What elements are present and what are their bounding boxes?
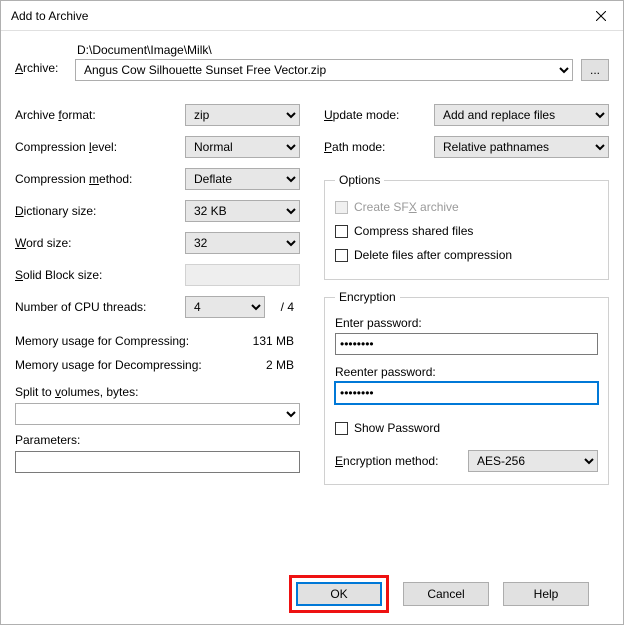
options-group: Options Create SFX archive Compress shar… (324, 173, 609, 280)
footer: OK Cancel Help (15, 564, 609, 624)
shared-checkbox[interactable] (335, 225, 348, 238)
enc-method-select[interactable]: AES-256 (468, 450, 598, 472)
enter-pw-input[interactable] (335, 333, 598, 355)
sfx-label: Create SFX archive (354, 200, 459, 214)
showpw-label: Show Password (354, 421, 440, 435)
reenter-pw-label: Reenter password: (335, 365, 598, 379)
pathmode-select[interactable]: Relative pathnames (434, 136, 609, 158)
dialog-content: Archive: D:\Document\Image\Milk\ Angus C… (1, 31, 623, 624)
split-label: Split to volumes, bytes: (15, 385, 300, 399)
shared-label: Compress shared files (354, 224, 473, 238)
right-column: Update mode: Add and replace files Path … (324, 99, 609, 485)
archive-row: Archive: D:\Document\Image\Milk\ Angus C… (15, 43, 609, 81)
pathmode-label: Path mode: (324, 140, 424, 154)
close-icon (596, 11, 606, 21)
mem-compress-value: 131 MB (253, 334, 300, 348)
mem-decompress-label: Memory usage for Decompressing: (15, 358, 266, 372)
delete-checkbox[interactable] (335, 249, 348, 262)
titlebar: Add to Archive (1, 1, 623, 31)
params-label: Parameters: (15, 433, 300, 447)
cancel-button[interactable]: Cancel (403, 582, 489, 606)
archive-file-combo[interactable]: Angus Cow Silhouette Sunset Free Vector.… (75, 59, 573, 81)
ok-highlight: OK (289, 575, 389, 613)
update-label: Update mode: (324, 108, 424, 122)
level-select[interactable]: Normal (185, 136, 300, 158)
encryption-legend: Encryption (335, 290, 400, 304)
ok-button[interactable]: OK (296, 582, 382, 606)
dict-label: Dictionary size: (15, 204, 185, 218)
encryption-group: Encryption Enter password: Reenter passw… (324, 290, 609, 485)
columns: Archive format: zip Compression level: N… (15, 99, 609, 485)
dict-select[interactable]: 32 KB (185, 200, 300, 222)
enc-method-label: Encryption method: (335, 454, 458, 468)
level-label: Compression level: (15, 140, 185, 154)
cpu-label: Number of CPU threads: (15, 300, 185, 314)
mem-compress-label: Memory usage for Compressing: (15, 334, 253, 348)
solid-label: Solid Block size: (15, 268, 185, 282)
word-label: Word size: (15, 236, 185, 250)
showpw-checkbox[interactable] (335, 422, 348, 435)
delete-label: Delete files after compression (354, 248, 512, 262)
split-combo[interactable] (15, 403, 300, 425)
help-button[interactable]: Help (503, 582, 589, 606)
update-select[interactable]: Add and replace files (434, 104, 609, 126)
mem-decompress-value: 2 MB (266, 358, 300, 372)
cpu-total: / 4 (281, 300, 300, 314)
reenter-pw-input[interactable] (335, 382, 598, 404)
browse-button[interactable]: ... (581, 59, 609, 81)
archive-label: Archive: (15, 43, 63, 75)
options-legend: Options (335, 173, 384, 187)
params-input[interactable] (15, 451, 300, 473)
archive-field-group: D:\Document\Image\Milk\ Angus Cow Silhou… (75, 43, 609, 81)
word-select[interactable]: 32 (185, 232, 300, 254)
dialog-window: Add to Archive Archive: D:\Document\Imag… (0, 0, 624, 625)
solid-select (185, 264, 300, 286)
format-label: Archive format: (15, 108, 185, 122)
format-select[interactable]: zip (185, 104, 300, 126)
archive-path: D:\Document\Image\Milk\ (75, 43, 609, 57)
close-button[interactable] (579, 1, 623, 30)
sfx-checkbox (335, 201, 348, 214)
cpu-select[interactable]: 4 (185, 296, 265, 318)
enter-pw-label: Enter password: (335, 316, 598, 330)
left-column: Archive format: zip Compression level: N… (15, 99, 300, 485)
window-title: Add to Archive (11, 9, 88, 23)
method-select[interactable]: Deflate (185, 168, 300, 190)
method-label: Compression method: (15, 172, 185, 186)
